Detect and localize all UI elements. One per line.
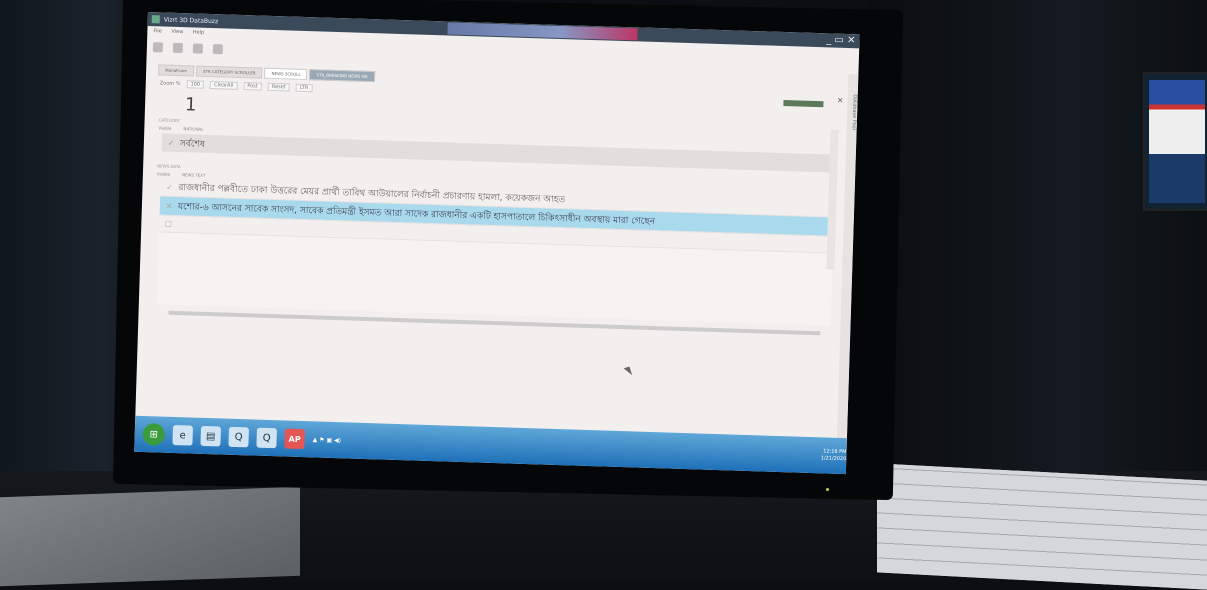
col-visible[interactable]: Visible xyxy=(157,171,170,176)
screen: Vizrt 3D DataBuzz _ ▭ ✕ File View Help M… xyxy=(134,12,860,475)
col-visible[interactable]: Visible xyxy=(158,125,171,130)
toolbar-list-icon[interactable] xyxy=(172,42,184,54)
app-icon xyxy=(151,15,160,24)
status-indicator xyxy=(783,100,824,108)
tab-manafcom[interactable]: ManaFcom xyxy=(158,64,195,77)
tab-category-scroller[interactable]: STR CATEGORY SCROLLER xyxy=(195,65,263,79)
menu-help[interactable]: Help xyxy=(193,29,205,35)
category-text: সর্বশেষ xyxy=(179,138,205,150)
reset-button[interactable]: Reset xyxy=(267,82,290,92)
system-tray-icons[interactable]: ▲ ⚑ ▣ ◀) xyxy=(313,436,342,444)
toolbar-grid-icon[interactable] xyxy=(152,42,164,53)
power-led xyxy=(826,488,829,491)
app-q-icon[interactable]: Q xyxy=(228,426,250,448)
clearall-button[interactable]: ClearAll xyxy=(209,80,238,90)
check-icon[interactable]: ✓ xyxy=(162,138,180,148)
mouse-cursor-icon xyxy=(623,366,633,377)
zoom-select[interactable]: 100 xyxy=(186,80,205,89)
app-q2-icon[interactable]: Q xyxy=(256,427,277,449)
toolbar-edit-icon[interactable] xyxy=(212,44,224,55)
ie-icon[interactable]: e xyxy=(172,424,194,446)
ltr-button[interactable]: LTR xyxy=(295,83,313,93)
cross-icon[interactable]: ✕ xyxy=(160,201,178,211)
paper-left xyxy=(0,486,300,587)
window-title: Vizrt 3D DataBuzz xyxy=(163,16,219,25)
ap-icon[interactable]: AP xyxy=(284,428,305,450)
checkbox-icon[interactable]: ☐ xyxy=(159,219,177,229)
paper-right xyxy=(877,463,1207,590)
tab-breaking-news[interactable]: STR_BREAKING NEWS HD xyxy=(309,69,375,83)
menu-view[interactable]: View xyxy=(171,29,183,35)
col-news-text[interactable]: NEWS TEXT xyxy=(182,172,206,178)
menu-file[interactable]: File xyxy=(153,28,162,34)
start-orb-icon[interactable]: ⊞ xyxy=(142,423,166,446)
folder-icon[interactable]: ▤ xyxy=(200,425,222,447)
background-monitor xyxy=(1143,72,1207,211)
toolbar-table-icon[interactable] xyxy=(192,43,204,54)
zoom-label: Zoom % xyxy=(159,80,181,88)
check-icon[interactable]: ✓ xyxy=(160,182,178,192)
tab-news-scroll[interactable]: NEWS SCROLL xyxy=(264,67,308,81)
close-icon[interactable]: × xyxy=(837,96,844,105)
taskbar-clock[interactable]: 12:16 PM 1/21/2020 xyxy=(821,448,847,463)
post-button[interactable]: Post xyxy=(243,82,262,91)
window-controls[interactable]: _ ▭ ✕ xyxy=(826,34,856,46)
clock-date: 1/21/2020 xyxy=(820,455,847,463)
col-national[interactable]: NATIONAL xyxy=(183,126,203,132)
